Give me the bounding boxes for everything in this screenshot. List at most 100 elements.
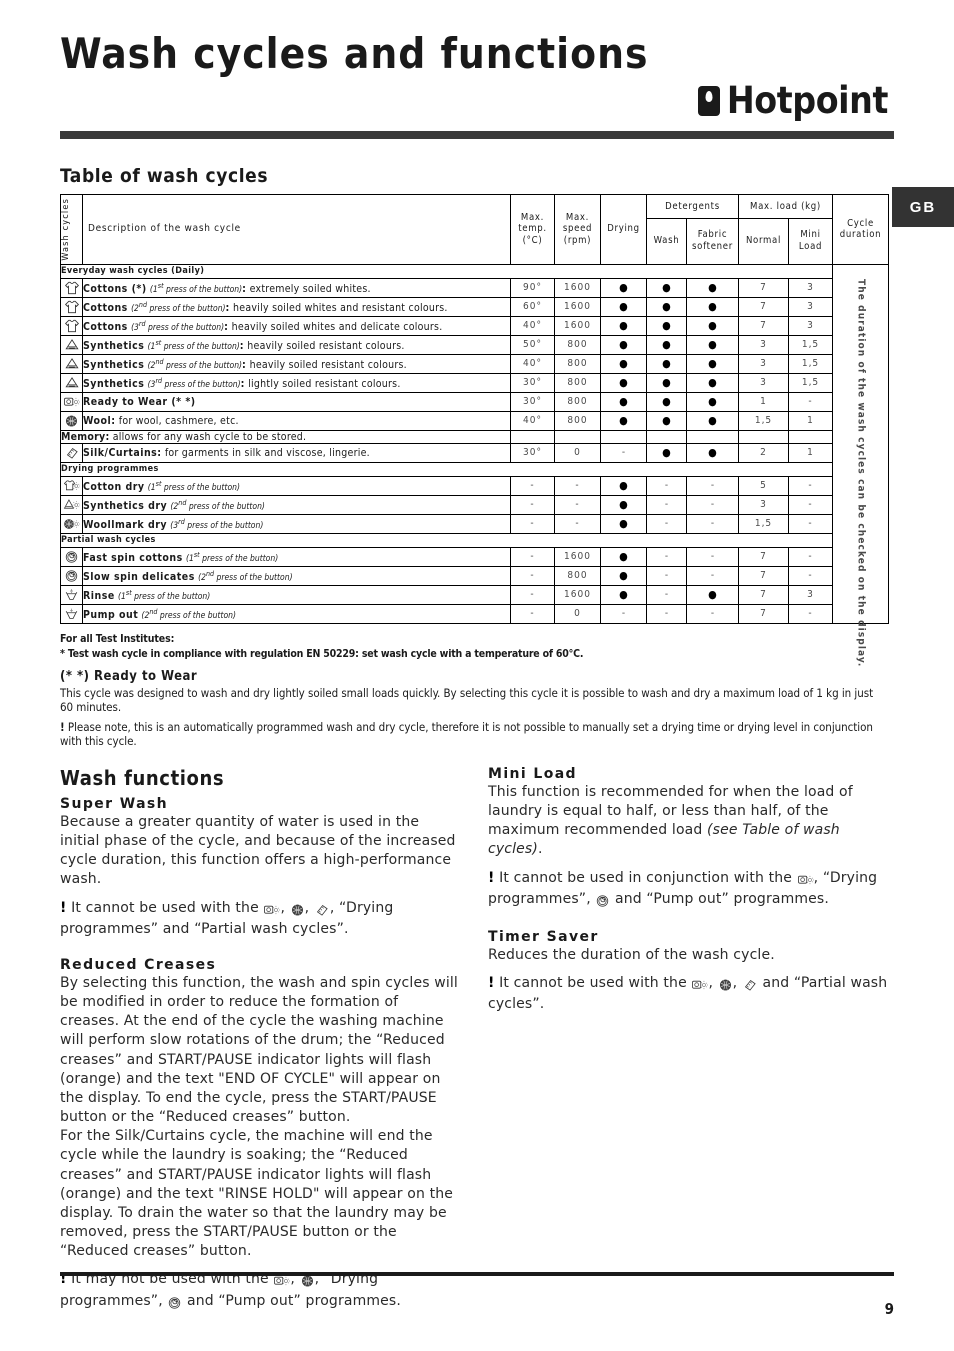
- brand-name: Hotpoint: [726, 79, 889, 123]
- cell-wash: -: [646, 475, 687, 496]
- cell-max-speed: 800: [554, 391, 601, 412]
- cell-max-speed: -: [554, 494, 601, 515]
- cell-wash: ●: [646, 410, 687, 431]
- cell-softener: -: [686, 513, 739, 534]
- functions-left-column: Wash functions Super Wash Because a grea…: [60, 766, 460, 1322]
- hotpoint-logo: Hotpoint: [697, 79, 889, 123]
- cell-softener: -: [686, 494, 739, 515]
- cell-max-temp: 30°: [510, 372, 555, 393]
- cycle-icon-spin-icon: [60, 565, 83, 586]
- cell-normal-load: 7: [738, 296, 789, 317]
- cell-max-speed: 800: [554, 353, 601, 374]
- table-row: Ready to Wear (* *) 30° 800 ● ● ● 1-: [60, 391, 889, 412]
- cell-mini-load: 1: [788, 410, 833, 431]
- brand-row: Hotpoint: [60, 82, 894, 119]
- cell-wash: ●: [646, 296, 687, 317]
- cell-softener: ●: [686, 410, 739, 431]
- cycle-description: Fast spin cottons (1st press of the butt…: [82, 546, 511, 567]
- cell-drying: ●: [600, 315, 647, 336]
- cell-max-speed: -: [554, 513, 601, 534]
- cell-max-temp: -: [510, 565, 555, 586]
- cell-max-temp: 30°: [510, 442, 555, 463]
- cell-normal-load: 1,5: [738, 410, 789, 431]
- cell-normal-load: [738, 429, 789, 444]
- page-number: 9: [884, 1300, 894, 1318]
- wash-cycles-vertical-header: Wash cycles: [60, 194, 83, 265]
- cell-mini-load: -: [788, 565, 833, 586]
- cell-softener: ●: [686, 442, 739, 463]
- cell-normal-load: 7: [738, 546, 789, 567]
- cycle-description: Synthetics (3rd press of the button): li…: [82, 372, 511, 393]
- cell-drying: [600, 429, 647, 444]
- table-row: Synthetics dry (2nd press of the button)…: [60, 494, 889, 515]
- function-title-mini-load: Mini Load: [488, 765, 577, 782]
- table-group-header: Partial wash cycles: [60, 532, 889, 548]
- cell-mini-load: -: [788, 603, 833, 624]
- col-drying: Drying: [600, 194, 647, 265]
- col-normal-load: Normal: [738, 217, 789, 265]
- functions-right-column: Mini Load This function is recommended f…: [488, 766, 888, 1322]
- cell-softener: ●: [686, 334, 739, 355]
- function-body-reduced-creases-2: For the Silk/Curtains cycle, the machine…: [60, 1128, 454, 1260]
- cell-mini-load: -: [788, 475, 833, 496]
- cell-mini-load: 3: [788, 296, 833, 317]
- cycle-icon-silk-icon: [60, 442, 83, 463]
- document-page: Wash cycles and functions Hotpoint GB Ta…: [0, 0, 954, 1351]
- cell-normal-load: 7: [738, 584, 789, 605]
- cycle-description: Cottons (*) (1st press of the button): e…: [82, 277, 511, 298]
- cell-mini-load: 1: [788, 442, 833, 463]
- table-body: Everyday wash cycles (Daily) The duration…: [60, 263, 889, 667]
- cycle-description: Woollmark dry (3rd press of the button): [82, 513, 511, 534]
- cell-wash: [646, 429, 687, 444]
- cell-max-speed: [554, 429, 601, 444]
- cell-max-temp: -: [510, 546, 555, 567]
- cycle-icon-synthetics-icon: [60, 372, 83, 393]
- cell-wash: -: [646, 603, 687, 624]
- cell-drying: -: [600, 442, 647, 463]
- locale-badge: GB: [892, 187, 954, 227]
- cell-max-temp: 40°: [510, 353, 555, 374]
- cell-softener: ●: [686, 584, 739, 605]
- cycle-description: Synthetics (2nd press of the button): he…: [82, 353, 511, 374]
- cell-drying: ●: [600, 372, 647, 393]
- table-row: Silk/Curtains: for garments in silk and …: [60, 442, 889, 463]
- function-body-super-wash: Because a greater quantity of water is u…: [60, 813, 456, 888]
- note-ready-to-wear-warning: ! Please note, this is an automatically …: [60, 719, 873, 748]
- col-cycle-duration: Cycle duration: [832, 194, 889, 265]
- silk-icon: [314, 901, 330, 920]
- note-ready-to-wear-body: This cycle was designed to wash and dry …: [60, 685, 874, 714]
- function-warning-super-wash: ! It cannot be used with the , , , “Dryi…: [60, 899, 394, 937]
- cell-drying: ●: [600, 494, 647, 515]
- cell-drying: ●: [600, 296, 647, 317]
- cell-max-speed: 1600: [554, 315, 601, 336]
- cell-softener: ●: [686, 296, 739, 317]
- cycle-description: Synthetics (1st press of the button): he…: [82, 334, 511, 355]
- hotpoint-mark-icon: [697, 85, 720, 116]
- cycle-icon-tshirt-icon: [60, 277, 83, 298]
- function-title-reduced-creases: Reduced Creases: [60, 956, 217, 973]
- cell-wash: ●: [646, 315, 687, 336]
- cycle-description: Cottons (3rd press of the button): heavi…: [82, 315, 511, 336]
- cell-mini-load: 3: [788, 315, 833, 336]
- cycle-icon-spin-icon: [60, 546, 83, 567]
- cell-normal-load: 1: [738, 391, 789, 412]
- cell-mini-load: -: [788, 494, 833, 515]
- note-ready-to-wear-heading: (* *) Ready to Wear: [60, 668, 198, 684]
- cycle-duration-note: The duration of the wash cycles can be c…: [832, 263, 889, 667]
- cycle-icon-wool-icon: [60, 410, 83, 431]
- cycle-icon-woolmark-dry-icon: [60, 513, 83, 534]
- cell-max-speed: 1600: [554, 277, 601, 298]
- table-row: Slow spin delicates (2nd press of the bu…: [60, 565, 889, 586]
- cell-drying: -: [600, 603, 647, 624]
- col-fabric-softener: Fabric softener: [686, 217, 739, 265]
- cell-max-temp: 60°: [510, 296, 555, 317]
- cycle-icon-synthetics-dry-icon: [60, 494, 83, 515]
- table-row: Synthetics (1st press of the button): he…: [60, 334, 889, 355]
- cell-mini-load: -: [788, 513, 833, 534]
- cell-normal-load: 7: [738, 315, 789, 336]
- cell-softener: ●: [686, 372, 739, 393]
- function-body-mini-load: This function is recommended for when th…: [488, 783, 853, 858]
- cell-max-speed: 800: [554, 372, 601, 393]
- cell-max-temp: -: [510, 494, 555, 515]
- cell-softener: ●: [686, 353, 739, 374]
